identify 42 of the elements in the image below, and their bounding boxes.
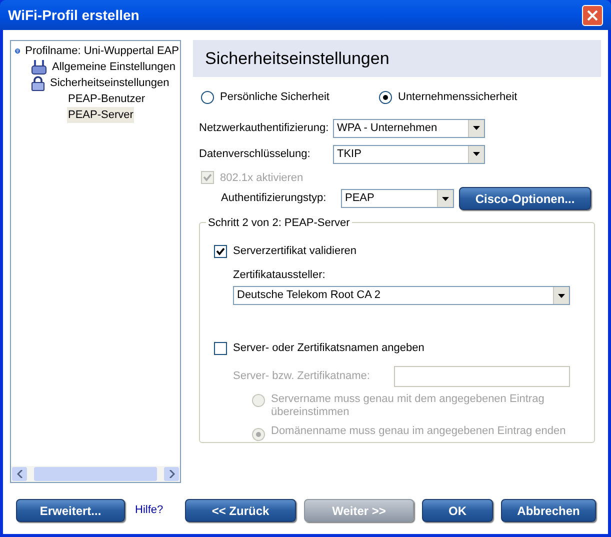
dialog-button[interactable]: Cisco-Optionen... xyxy=(459,187,591,210)
dropdown[interactable]: WPA - Unternehmen xyxy=(333,118,485,138)
page-title: Sicherheitseinstellungen xyxy=(205,48,390,70)
radio-label: Persönliche Sicherheit xyxy=(220,90,330,105)
radio-label: Servername muss genau mit dem angegebenen Eintrag übereinstimmen xyxy=(271,392,546,418)
radio-button[interactable] xyxy=(201,90,214,104)
tree-item[interactable]: Profilname: Uni-Wuppertal EAP xyxy=(24,42,180,60)
router-icon xyxy=(31,60,47,74)
tree-item[interactable]: PEAP-Server xyxy=(67,106,134,124)
close-icon xyxy=(587,10,598,20)
radio-label: Unternehmenssicherheit xyxy=(398,90,518,105)
caret-icon xyxy=(437,190,453,207)
caret-icon xyxy=(468,120,484,136)
field-label: Zertifikataussteller: xyxy=(233,268,326,282)
dropdown[interactable]: PEAP xyxy=(341,189,454,208)
checkbox-label: Serverzertifikat validieren xyxy=(233,244,356,259)
field-label: Server- bzw. Zertifikatname: xyxy=(233,368,371,384)
field-label: Datenverschlüsselung: xyxy=(199,146,312,162)
help-link[interactable]: Hilfe? xyxy=(135,502,185,519)
close-button[interactable] xyxy=(582,4,603,26)
dialog-button[interactable]: << Zurück xyxy=(185,499,296,522)
lock-icon xyxy=(31,76,45,90)
radio-label: Domänenname muss genau im angegebenen Eintrag enden xyxy=(271,424,567,438)
caret-icon xyxy=(553,287,569,304)
window-title: WiFi-Profil erstellen xyxy=(8,6,140,24)
tree-item[interactable]: PEAP-Benutzer xyxy=(67,90,146,108)
dropdown[interactable]: TKIP xyxy=(333,144,485,164)
dialog-button[interactable]: OK xyxy=(422,499,493,522)
field-label: Authentifizierungstyp: xyxy=(221,191,328,206)
checkbox[interactable] xyxy=(214,342,227,355)
field-label: Netzwerkauthentifizierung: xyxy=(199,120,330,136)
checkbox[interactable] xyxy=(214,244,227,258)
dialog-button[interactable]: Erweitert... xyxy=(16,499,125,522)
dropdown[interactable]: Deutsche Telekom Root CA 2 xyxy=(233,286,570,305)
caret-icon xyxy=(468,146,484,162)
tree-item[interactable]: Allgemeine Einstellungen xyxy=(51,58,177,76)
dialog-button[interactable]: Abbrechen xyxy=(501,499,596,522)
radio-button[interactable] xyxy=(379,90,392,104)
tree-item[interactable]: Sicherheitseinstellungen xyxy=(49,74,170,92)
checkbox-label: 802.1x aktivieren xyxy=(220,170,304,186)
scrollbar[interactable] xyxy=(11,466,180,482)
checkbox-label: Server- oder Zertifikatsnamen angeben xyxy=(233,341,424,356)
